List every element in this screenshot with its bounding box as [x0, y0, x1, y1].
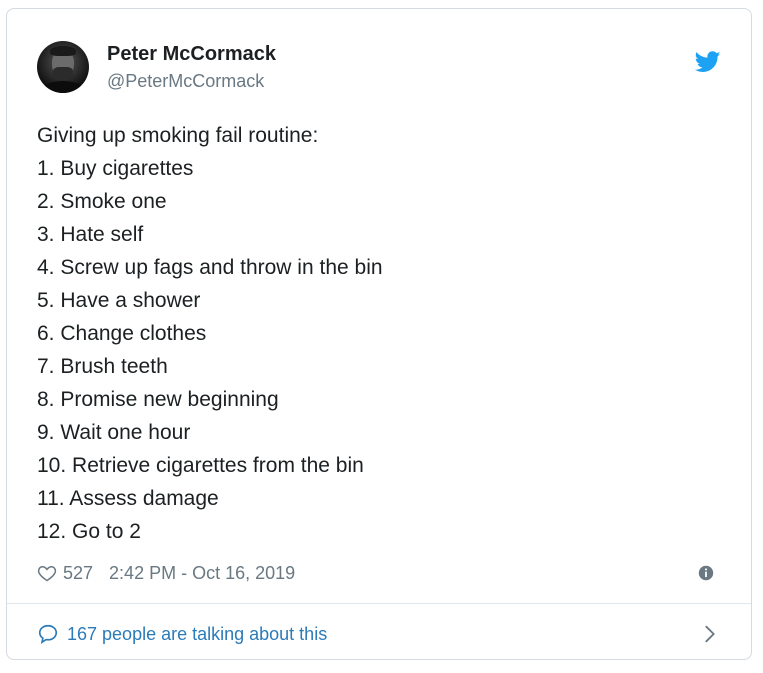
tweet-line: 10. Retrieve cigarettes from the bin	[37, 454, 364, 477]
conversation-link[interactable]: 167 people are talking about this	[37, 621, 721, 647]
tweet-line: 11. Assess damage	[37, 487, 219, 510]
avatar[interactable]	[37, 41, 89, 93]
chevron-right-icon[interactable]	[699, 623, 721, 645]
tweet-line: 9. Wait one hour	[37, 421, 191, 444]
conversation-count-label[interactable]: 167 people are talking about this	[67, 624, 327, 645]
tweet-timestamp[interactable]: 2:42 PM - Oct 16, 2019	[109, 563, 295, 584]
tweet-line: 3. Hate self	[37, 223, 144, 246]
tweet-line: 8. Promise new beginning	[37, 388, 279, 411]
like-count[interactable]: 527	[63, 563, 93, 584]
heart-icon[interactable]	[37, 563, 57, 583]
tweet-line: Giving up smoking fail routine:	[37, 124, 319, 147]
tweet-body: Giving up smoking fail routine: 1. Buy c…	[37, 119, 721, 548]
twitter-bird-icon[interactable]	[695, 51, 721, 73]
tweet-card[interactable]: Peter McCormack @PeterMcCormack Giving u…	[6, 8, 752, 660]
tweet-line: 5. Have a shower	[37, 289, 201, 312]
tweet-header: Peter McCormack @PeterMcCormack	[37, 41, 721, 93]
speech-bubble-icon	[38, 624, 58, 645]
info-icon[interactable]	[697, 564, 715, 582]
tweet-line: 2. Smoke one	[37, 190, 167, 213]
tweet-line: 6. Change clothes	[37, 322, 207, 345]
divider	[7, 603, 751, 604]
tweet-meta: 527 2:42 PM - Oct 16, 2019	[37, 561, 721, 585]
tweet-line: 1. Buy cigarettes	[37, 157, 194, 180]
tweet-line: 12. Go to 2	[37, 520, 141, 543]
author-name[interactable]: Peter McCormack	[107, 43, 276, 66]
author-handle[interactable]: @PeterMcCormack	[107, 71, 264, 92]
tweet-line: 4. Screw up fags and throw in the bin	[37, 256, 383, 279]
tweet-line: 7. Brush teeth	[37, 355, 168, 378]
